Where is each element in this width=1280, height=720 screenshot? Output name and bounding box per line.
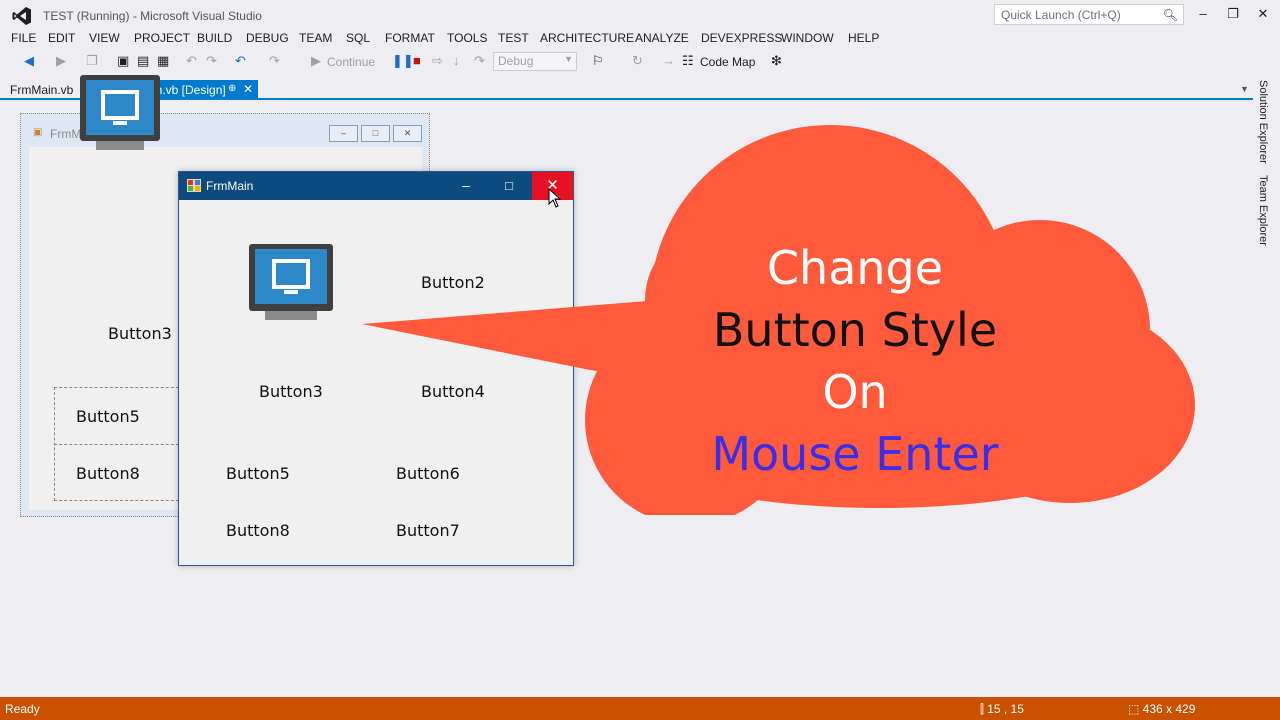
designer-button8[interactable]: Button8 xyxy=(76,464,140,483)
step-over-icon[interactable]: ↷ xyxy=(474,54,485,68)
menu-devexpress[interactable]: DEVEXPRESS xyxy=(701,31,782,45)
menu-edit[interactable]: EDIT xyxy=(48,31,75,45)
status-text: Ready xyxy=(5,702,40,716)
menu-format[interactable]: FORMAT xyxy=(385,31,435,45)
status-size-value: 436 x 429 xyxy=(1142,702,1196,716)
document-tab-strip: FrmMain.vb FrmMain.vb [Design] ⊕ ✕ xyxy=(0,80,1253,100)
chevron-down-icon: ▼ xyxy=(564,54,573,64)
find-in-files-icon[interactable]: ⚐ xyxy=(592,54,604,68)
solution-explorer-tab[interactable]: Solution Explorer xyxy=(1257,80,1269,164)
callout-text-on: On xyxy=(822,365,888,419)
running-monitor-button-icon[interactable] xyxy=(249,244,333,322)
tab-overflow-chevron-icon[interactable]: ▼ xyxy=(1240,84,1249,94)
minimize-window-button[interactable]: – xyxy=(1190,4,1216,24)
code-map-button-label[interactable]: Code Map xyxy=(700,55,755,69)
status-bar: Ready ⫿ 15 , 15 ⬚ 436 x 429 xyxy=(0,697,1280,720)
open-file-icon[interactable]: ▣ xyxy=(117,54,129,68)
redo-disabled-icon[interactable]: ↷ xyxy=(206,54,217,68)
menu-bar: FILE EDIT VIEW PROJECT BUILD DEBUG TEAM … xyxy=(0,29,1280,49)
menu-sql[interactable]: SQL xyxy=(346,31,370,45)
code-map-icon[interactable]: ☷ xyxy=(682,54,694,68)
menu-team[interactable]: TEAM xyxy=(299,31,332,45)
toggle-breakpoint-icon[interactable]: ↻ xyxy=(632,54,643,68)
redo-icon[interactable]: ↷ xyxy=(269,54,280,68)
menu-tools[interactable]: TOOLS xyxy=(447,31,487,45)
menu-test[interactable]: TEST xyxy=(498,31,529,45)
tab-frmmain-code[interactable]: FrmMain.vb xyxy=(10,83,73,97)
continue-icon[interactable]: ▶︎ xyxy=(311,54,321,68)
quick-launch-input[interactable]: Quick Launch (Ctrl+Q) 🔍︎ xyxy=(994,4,1184,25)
navigate-forward-icon[interactable]: ▶︎ xyxy=(56,54,66,68)
menu-view[interactable]: VIEW xyxy=(89,31,120,45)
side-panel: Solution Explorer Team Explorer xyxy=(1253,75,1280,697)
configuration-value: Debug xyxy=(498,54,534,68)
form-icon: ▣ xyxy=(33,127,43,138)
solution-configuration-select[interactable]: Debug ▼ xyxy=(493,52,577,71)
save-icon[interactable]: ▤ xyxy=(137,54,149,68)
designer-minimize-icon: – xyxy=(329,125,358,142)
title-bar: TEST (Running) - Microsoft Visual Studio… xyxy=(0,0,1280,30)
status-position: ⫿ 15 , 15 xyxy=(980,702,1024,717)
undo-icon[interactable]: ↶ xyxy=(235,54,246,68)
team-explorer-tab[interactable]: Team Explorer xyxy=(1257,175,1269,246)
callout-line-4: Mouse Enter xyxy=(640,424,1070,484)
callout-line-3: On xyxy=(640,362,1070,422)
designer-monitor-button-icon[interactable] xyxy=(78,75,160,153)
quick-launch-placeholder: Quick Launch (Ctrl+Q) xyxy=(1001,8,1121,22)
break-all-icon[interactable]: ❚❚ xyxy=(392,54,414,68)
menu-window[interactable]: WINDOW xyxy=(781,31,834,45)
status-size: ⬚ 436 x 429 xyxy=(1128,702,1195,716)
restore-window-button[interactable]: ❐ xyxy=(1220,4,1246,24)
navigate-back-icon[interactable]: ◀︎ xyxy=(24,54,34,68)
navigate-to-icon[interactable]: → xyxy=(662,54,675,68)
size-icon: ⬚ xyxy=(1128,702,1143,716)
menu-project[interactable]: PROJECT xyxy=(134,31,190,45)
run-button8[interactable]: Button8 xyxy=(226,521,290,540)
form-icon xyxy=(187,179,201,192)
menu-architecture[interactable]: ARCHITECTURE xyxy=(540,31,634,45)
menu-analyze[interactable]: ANALYZE xyxy=(635,31,689,45)
run-button3[interactable]: Button3 xyxy=(259,382,323,401)
callout-text-change: Change xyxy=(766,241,944,295)
designer-button5[interactable]: Button5 xyxy=(76,407,140,426)
stop-debugging-icon[interactable]: ■ xyxy=(413,54,421,68)
menu-file[interactable]: FILE xyxy=(11,31,36,45)
callout-text-button-style: Button Style xyxy=(712,303,998,357)
callout-line-1: Change xyxy=(640,238,1070,298)
run-button5[interactable]: Button5 xyxy=(226,464,290,483)
diagnostics-icon[interactable]: ❇ xyxy=(771,54,782,68)
status-position-value: 15 , 15 xyxy=(987,702,1024,716)
window-title: TEST (Running) - Microsoft Visual Studio xyxy=(43,9,262,23)
designer-button3[interactable]: Button3 xyxy=(108,324,172,343)
designer-panel-divider xyxy=(54,444,184,445)
visual-studio-logo-icon xyxy=(12,7,31,25)
close-window-button[interactable]: ✕ xyxy=(1250,4,1276,24)
pin-icon[interactable]: ⊕ xyxy=(228,83,236,94)
callout-text-mouse-enter: Mouse Enter xyxy=(711,427,999,481)
menu-debug[interactable]: DEBUG xyxy=(246,31,289,45)
show-next-statement-icon[interactable]: ⇨ xyxy=(432,54,443,68)
callout-line-2: Button Style xyxy=(640,300,1070,360)
continue-button-label[interactable]: Continue xyxy=(327,55,375,69)
menu-help[interactable]: HELP xyxy=(848,31,879,45)
menu-build[interactable]: BUILD xyxy=(197,31,232,45)
close-tab-icon[interactable]: ✕ xyxy=(243,82,253,96)
run-button7[interactable]: Button7 xyxy=(396,521,460,540)
save-all-icon[interactable]: ▦ xyxy=(157,54,169,68)
step-into-icon[interactable]: ↓ xyxy=(453,54,460,68)
standard-toolbar: ◀︎ ▶︎ ❐ ▣ ▤ ▦ ↶ ↷ ↶ ↷ ▶︎ Continue ❚❚ ■ ⇨… xyxy=(0,49,1280,74)
running-form-title: FrmMain xyxy=(206,179,254,193)
undo-disabled-icon[interactable]: ↶ xyxy=(186,54,197,68)
new-project-icon[interactable]: ❐ xyxy=(86,54,98,68)
search-icon[interactable]: 🔍︎ xyxy=(1163,8,1178,22)
